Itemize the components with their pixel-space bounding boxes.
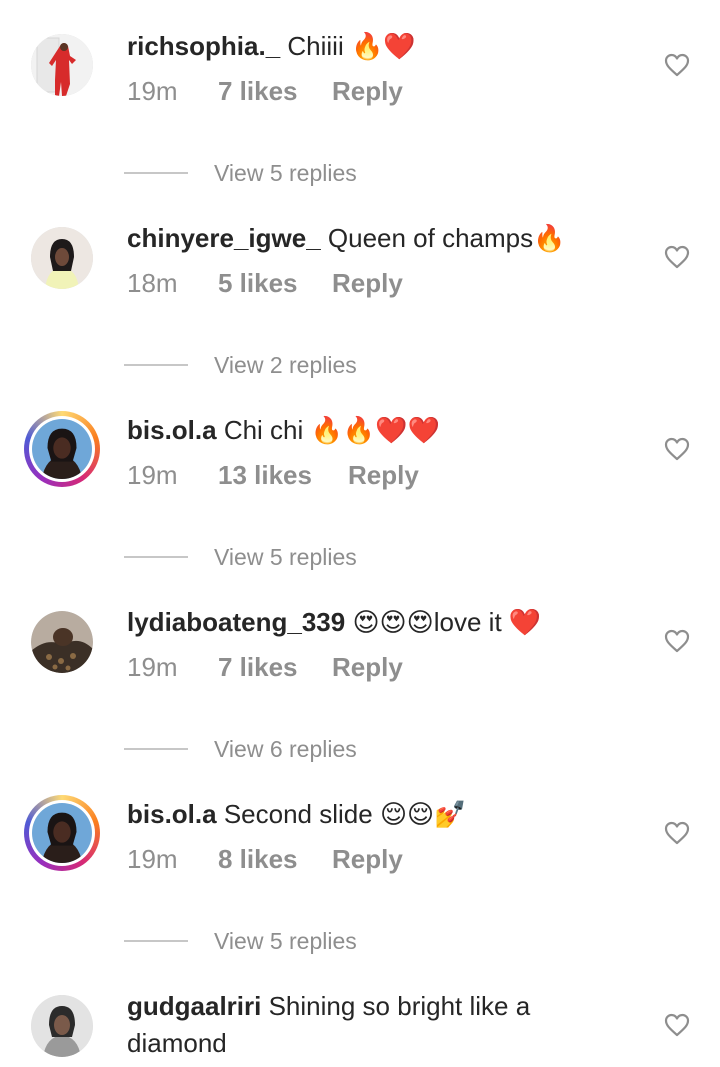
comment-body: love it [433, 607, 502, 637]
view-replies-label[interactable]: View 2 replies [214, 350, 357, 380]
comment-time: 18m [127, 268, 178, 298]
heart-outline-icon[interactable] [664, 53, 690, 77]
comment-text: bis.ol.a Second slide 😌😌💅 [127, 796, 647, 834]
reply-button[interactable]: Reply [348, 457, 419, 493]
divider [124, 748, 188, 750]
comment-likes[interactable]: 7 likes [218, 649, 298, 685]
avatar-inner [29, 800, 95, 866]
comment-time: 19m [127, 652, 178, 682]
avatar[interactable] [24, 795, 100, 871]
avatar[interactable] [31, 611, 93, 673]
comment-body: Queen of champs [327, 223, 534, 253]
comment-likes[interactable]: 8 likes [218, 841, 298, 877]
comment-username[interactable]: bis.ol.a [127, 799, 217, 829]
comment-likes[interactable]: 5 likes [218, 265, 298, 301]
comment-text: richsophia._ Chiiii 🔥❤️ [127, 28, 647, 66]
comment-likes[interactable]: 7 likes [218, 73, 298, 109]
comment-username[interactable]: chinyere_igwe_ [127, 223, 321, 253]
view-replies-label[interactable]: View 5 replies [214, 542, 357, 572]
heart-outline-icon[interactable] [664, 1013, 690, 1037]
view-replies-label[interactable]: View 5 replies [214, 926, 357, 956]
comment-emoji: 🔥 [533, 224, 566, 254]
heart-outline-icon[interactable] [664, 437, 690, 461]
heart-outline-icon[interactable] [664, 245, 690, 269]
reply-button[interactable]: Reply [332, 265, 403, 301]
comment-emoji: 😍😍😍 [352, 608, 434, 638]
avatar[interactable] [24, 411, 100, 487]
view-replies-label[interactable]: View 6 replies [214, 734, 357, 764]
comment-body: Chiiii [287, 31, 344, 61]
comment-text: chinyere_igwe_ Queen of champs🔥 [127, 220, 647, 258]
avatar[interactable] [31, 995, 93, 1057]
comment-username[interactable]: lydiaboateng_339 [127, 607, 345, 637]
comment-emoji: 😌😌💅 [379, 800, 467, 830]
comment-text: bis.ol.a Chi chi 🔥🔥❤️❤️ [127, 412, 647, 450]
divider [124, 940, 188, 942]
divider [124, 364, 188, 366]
heart-outline-icon[interactable] [664, 629, 690, 653]
comment-username[interactable]: gudgaalriri [127, 991, 261, 1021]
comment-emoji-after: ❤️ [508, 608, 542, 638]
view-replies-label[interactable]: View 5 replies [214, 158, 357, 188]
reply-button[interactable]: Reply [332, 841, 403, 877]
comment-body: Second slide [223, 799, 373, 829]
heart-outline-icon[interactable] [664, 821, 690, 845]
reply-button[interactable]: Reply [332, 73, 403, 109]
comment-emoji: 🔥🔥❤️❤️ [310, 416, 441, 446]
reply-button[interactable]: Reply [332, 649, 403, 685]
comment-body: Chi chi [223, 415, 304, 445]
divider [124, 556, 188, 558]
comment-text: gudgaalriri Shining so bright like a dia… [127, 988, 597, 1062]
avatar[interactable] [31, 227, 93, 289]
comment-username[interactable]: richsophia._ [127, 31, 280, 61]
avatar-inner [29, 416, 95, 482]
avatar[interactable] [31, 34, 93, 96]
comment-likes[interactable]: 13 likes [218, 457, 312, 493]
comment-text: lydiaboateng_339 😍😍😍love it ❤️ [127, 604, 647, 642]
comment-time: 19m [127, 460, 178, 490]
comment-emoji: 🔥❤️ [350, 32, 416, 62]
comment-username[interactable]: bis.ol.a [127, 415, 217, 445]
divider [124, 172, 188, 174]
comment-time: 19m [127, 76, 178, 106]
comment-time: 19m [127, 844, 178, 874]
